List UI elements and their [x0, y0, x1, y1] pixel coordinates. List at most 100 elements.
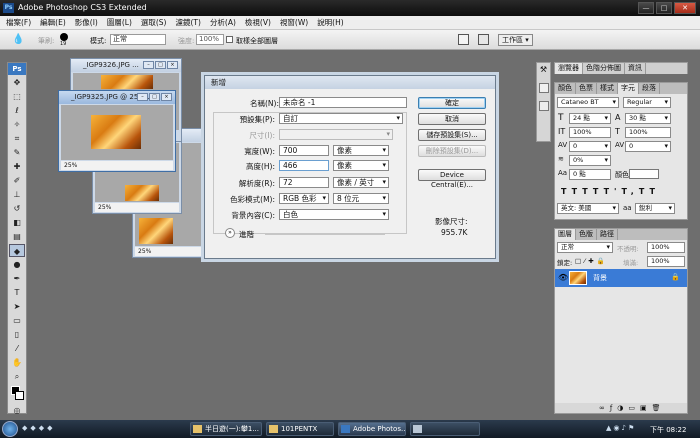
kerning-input[interactable]: 0: [569, 141, 611, 152]
text-color-swatch[interactable]: [629, 169, 659, 179]
height-input[interactable]: 466: [279, 160, 329, 171]
height-unit-select[interactable]: 像素: [333, 160, 389, 171]
blur-tool-icon[interactable]: 💧: [12, 34, 24, 45]
tab-swatches[interactable]: 色票: [576, 83, 597, 94]
font-family-select[interactable]: Cataneo BT: [557, 97, 619, 108]
tray-icons[interactable]: ▲◉♪⚑: [606, 424, 646, 434]
sample-all-checkbox[interactable]: [226, 36, 233, 43]
brushes-dock-icon[interactable]: [538, 83, 549, 93]
language-select[interactable]: 英文: 美國: [557, 203, 619, 214]
color-swatch-icon[interactable]: [8, 385, 26, 403]
fill-input[interactable]: 100%: [647, 256, 685, 267]
width-unit-select[interactable]: 像素: [333, 145, 389, 156]
font-size-input[interactable]: 24 點: [569, 113, 611, 124]
save-preset-button[interactable]: 儲存預設集(S)...: [418, 129, 486, 141]
notes-icon[interactable]: ▯: [9, 328, 25, 341]
device-central-button[interactable]: Device Central(E)...: [418, 169, 486, 189]
tab-info[interactable]: 資訊: [625, 63, 646, 74]
lasso-icon[interactable]: ℓ: [9, 104, 25, 117]
doc-window-2[interactable]: _IGP9325.JPG @ 25%... – □ × 25%: [58, 90, 176, 172]
visibility-eye-icon[interactable]: 👁: [558, 273, 568, 282]
navigator-dock-icon[interactable]: ⚒: [539, 65, 549, 75]
file-browser-icon[interactable]: [458, 34, 469, 45]
resolution-unit-select[interactable]: 像素 / 英寸: [333, 177, 389, 188]
ok-button[interactable]: 確定: [418, 97, 486, 109]
doc-maximize-button[interactable]: □: [149, 93, 160, 101]
slice-icon[interactable]: ✎: [9, 146, 25, 159]
tab-histogram[interactable]: 色階分佈圖: [583, 63, 625, 74]
color-mode-select[interactable]: RGB 色彩: [279, 193, 329, 204]
eyedropper-icon[interactable]: ⁄: [9, 342, 25, 355]
strength-input[interactable]: 100%: [196, 34, 224, 45]
delete-preset-button[interactable]: 刪除預設集(D)...: [418, 145, 486, 157]
doc-close-button[interactable]: ×: [161, 93, 172, 101]
menu-filter[interactable]: 濾鏡(T): [176, 17, 201, 28]
quick-launch[interactable]: ◆◆◆◆: [22, 424, 62, 434]
menu-layer[interactable]: 圖層(L): [107, 17, 132, 28]
move-icon[interactable]: ✥: [9, 76, 25, 89]
palette-well-icon[interactable]: [478, 34, 489, 45]
doc-maximize-button[interactable]: □: [155, 61, 166, 69]
menu-analysis[interactable]: 分析(A): [210, 17, 236, 28]
mode-select[interactable]: 正常: [110, 34, 166, 45]
cancel-button[interactable]: 取消: [418, 113, 486, 125]
menu-edit[interactable]: 編輯(E): [40, 17, 66, 28]
size-select[interactable]: [279, 129, 393, 140]
tab-paths[interactable]: 路徑: [597, 229, 618, 240]
stamp-icon[interactable]: ⊥: [9, 188, 25, 201]
hand-icon[interactable]: ✋: [9, 356, 25, 369]
menu-file[interactable]: 檔案(F): [6, 17, 31, 28]
antialias-select[interactable]: 銳利: [635, 203, 675, 214]
type-icon[interactable]: T: [9, 286, 25, 299]
minimize-button[interactable]: —: [638, 2, 654, 14]
preset-select[interactable]: 自訂: [279, 113, 403, 124]
tsume-input[interactable]: 0%: [569, 155, 611, 166]
maximize-button[interactable]: □: [656, 2, 672, 14]
taskbar-item-2[interactable]: 101PENTX: [266, 422, 334, 436]
doc-minimize-button[interactable]: –: [143, 61, 154, 69]
path-select-icon[interactable]: ➤: [9, 300, 25, 313]
resolution-input[interactable]: 72: [279, 177, 329, 188]
eraser-icon[interactable]: ◧: [9, 216, 25, 229]
blend-mode-select[interactable]: 正常: [557, 242, 613, 253]
menu-image[interactable]: 影像(I): [75, 17, 98, 28]
history-dock-icon[interactable]: [538, 101, 549, 111]
gradient-icon[interactable]: ▤: [9, 230, 25, 243]
tab-character[interactable]: 字元: [618, 83, 639, 94]
bit-depth-select[interactable]: 8 位元: [333, 193, 389, 204]
menu-help[interactable]: 說明(H): [317, 17, 344, 28]
magic-wand-icon[interactable]: ✧: [9, 118, 25, 131]
background-select[interactable]: 白色: [279, 209, 389, 220]
dodge-icon[interactable]: ●: [9, 258, 25, 271]
hscale-input[interactable]: 100%: [625, 127, 671, 138]
font-style-select[interactable]: Regular: [623, 97, 671, 108]
vscale-input[interactable]: 100%: [569, 127, 611, 138]
tab-color[interactable]: 顏色: [555, 83, 576, 94]
close-button[interactable]: ✕: [674, 2, 696, 14]
tab-layers[interactable]: 圖層: [555, 229, 576, 240]
blur-icon[interactable]: ◆: [9, 244, 25, 257]
tab-paragraph[interactable]: 段落: [639, 83, 660, 94]
name-input[interactable]: 未命名 -1: [279, 97, 407, 108]
quickmask-icon[interactable]: ◎: [9, 404, 25, 417]
baseline-input[interactable]: 0 點: [569, 169, 611, 180]
advanced-label[interactable]: 進階: [239, 229, 254, 240]
layer-row-background[interactable]: 👁 背景 🔒: [555, 269, 687, 287]
opacity-input[interactable]: 100%: [647, 242, 685, 253]
doc-close-button[interactable]: ×: [167, 61, 178, 69]
taskbar-item-photoshop[interactable]: Adobe Photos...: [338, 422, 406, 436]
tab-channels[interactable]: 色版: [576, 229, 597, 240]
menu-select[interactable]: 選取(S): [141, 17, 167, 28]
crop-icon[interactable]: ⌗: [9, 132, 25, 145]
taskbar-item-1[interactable]: 半日遊(一):攀1...: [190, 422, 262, 436]
tracking-input[interactable]: 0: [625, 141, 671, 152]
layer-actions-bar[interactable]: ∞ƒ◑▭▣🗑: [555, 403, 687, 413]
healing-icon[interactable]: ✚: [9, 160, 25, 173]
taskbar-item-4[interactable]: [410, 422, 480, 436]
leading-input[interactable]: 30 點: [625, 113, 671, 124]
pen-icon[interactable]: ✒: [9, 272, 25, 285]
doc-minimize-button[interactable]: –: [137, 93, 148, 101]
tab-styles[interactable]: 樣式: [597, 83, 618, 94]
marquee-icon[interactable]: ⬚: [9, 90, 25, 103]
tab-navigator[interactable]: 瀏覽器: [555, 63, 583, 74]
